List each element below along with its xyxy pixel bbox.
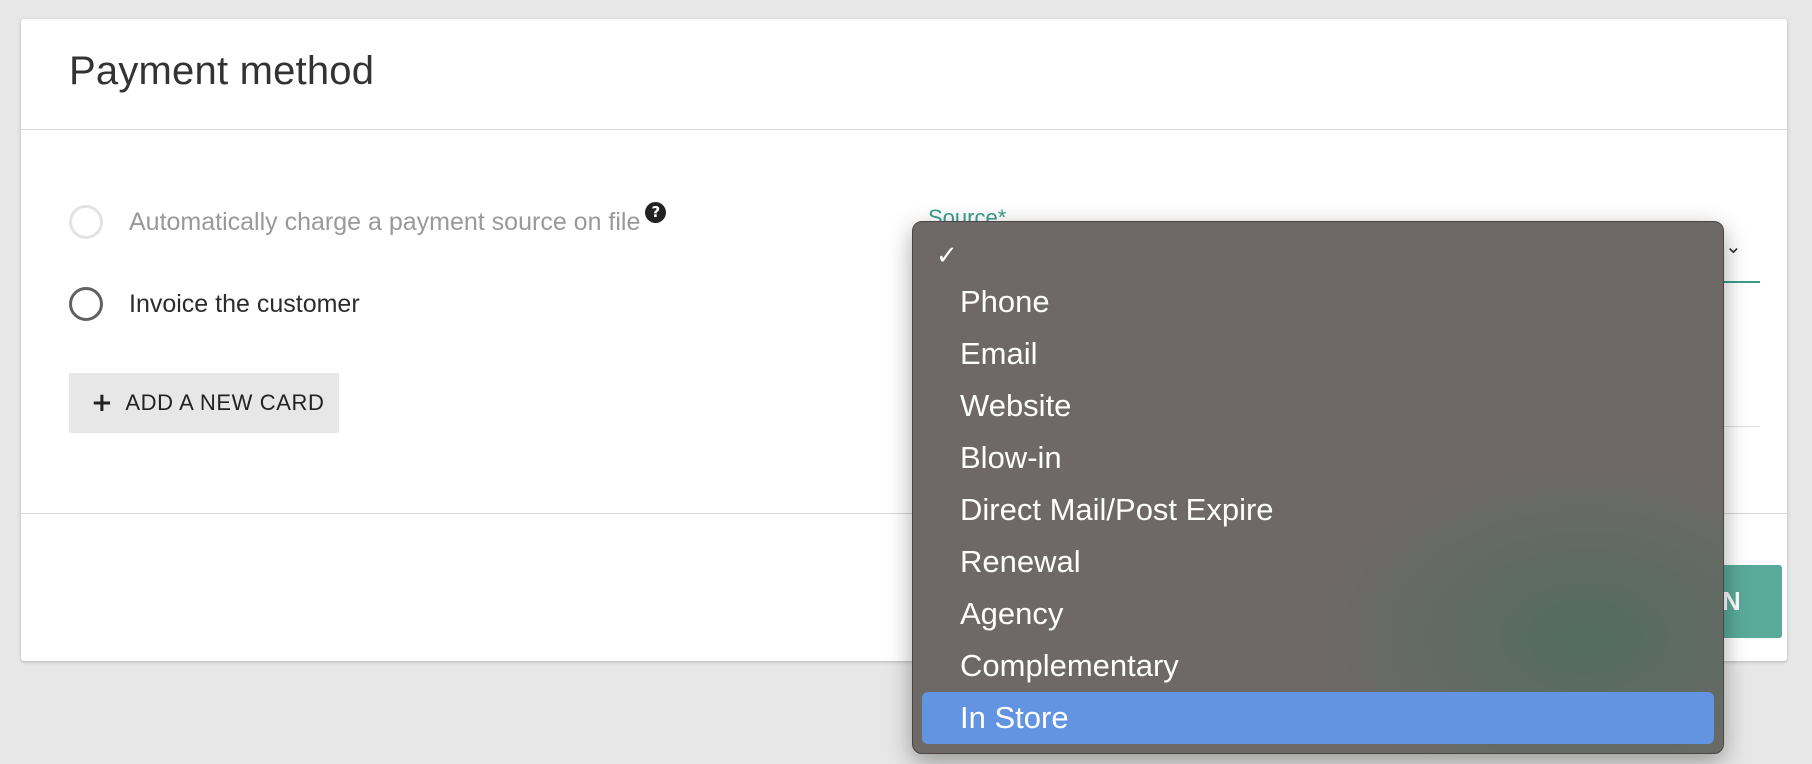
dropdown-option-label: Phone [960,284,1050,319]
radio-button-invoice[interactable] [69,287,103,321]
dropdown-option-in-store[interactable]: In Store [922,692,1714,744]
dropdown-option-blank[interactable]: ✓ [922,230,1714,282]
submit-button[interactable]: N [1714,565,1782,638]
dropdown-option-website[interactable]: Website [922,380,1714,432]
dropdown-option-label: Website [960,388,1072,423]
dropdown-option-label: Blow-in [960,440,1062,475]
dropdown-option-label: Renewal [960,544,1081,579]
help-icon[interactable]: ? [645,201,667,223]
dropdown-option-label: Agency [960,596,1064,631]
radio-label-auto-charge: Automatically charge a payment source on… [129,207,641,236]
radio-option-invoice[interactable]: Invoice the customer [69,287,360,321]
radio-label-invoice: Invoice the customer [129,289,360,318]
dropdown-option-agency[interactable]: Agency [922,588,1714,640]
plus-icon: + [91,388,114,418]
dropdown-option-label: Email [960,336,1038,371]
radio-button-auto-charge[interactable] [69,205,103,239]
dropdown-option-email[interactable]: Email [922,328,1714,380]
dropdown-option-complementary[interactable]: Complementary [922,640,1714,692]
checkmark-icon: ✓ [936,241,958,271]
add-new-card-label: ADD A NEW CARD [125,390,325,415]
dropdown-option-blow-in[interactable]: Blow-in [922,432,1714,484]
dropdown-option-direct-mail[interactable]: Direct Mail/Post Expire [922,484,1714,536]
page-title: Payment method [69,49,375,93]
dropdown-option-label: Direct Mail/Post Expire [960,492,1274,527]
card-header: Payment method [21,19,1787,130]
dropdown-option-label: In Store [960,700,1069,735]
chevron-down-icon[interactable]: ⌄ [1725,234,1742,258]
add-new-card-button[interactable]: + ADD A NEW CARD [69,373,339,433]
radio-option-auto-charge[interactable]: Automatically charge a payment source on… [69,201,667,239]
dropdown-option-phone[interactable]: Phone [922,276,1714,328]
source-dropdown-menu[interactable]: ✓ Phone Email Website Blow-in Direct Mai… [912,221,1724,754]
dropdown-option-label: Complementary [960,648,1179,683]
dropdown-option-renewal[interactable]: Renewal [922,536,1714,588]
